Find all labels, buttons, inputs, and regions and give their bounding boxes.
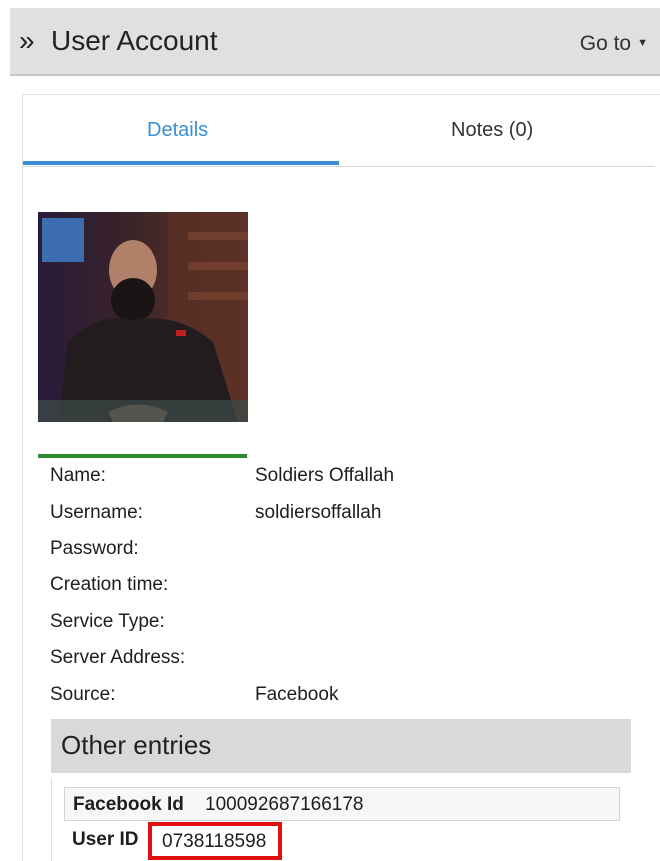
active-tab-indicator — [23, 161, 339, 165]
field-label: Server Address: — [50, 647, 186, 668]
tab-notes[interactable]: Notes (0) — [451, 117, 533, 143]
profile-photo — [38, 212, 248, 422]
user-id-label: User ID — [72, 829, 139, 850]
other-entries-title: Other entries — [61, 730, 212, 760]
field-label: Source: — [50, 684, 116, 705]
facebook-id-label: Facebook Id — [73, 794, 184, 815]
field-value: Soldiers Offallah — [255, 465, 395, 486]
field-label: Service Type: — [50, 611, 165, 632]
goto-label: Go to — [579, 32, 632, 55]
goto-dropdown[interactable]: Go to ▼ — [580, 30, 648, 57]
other-entries-header[interactable]: Other entries — [51, 719, 631, 773]
field-label: Creation time: — [50, 574, 169, 595]
field-label: Name: — [50, 465, 106, 486]
page-title: User Account — [51, 25, 218, 56]
facebook-id-entry: Facebook Id 100092687166178 — [64, 787, 620, 821]
field-label: Username: — [50, 502, 143, 523]
double-chevron-right-icon[interactable]: » — [19, 24, 35, 58]
other-entries-list: Facebook Id 100092687166178 User ID 0738… — [51, 778, 631, 861]
photo-underline — [38, 454, 247, 458]
field-value: soldiersoffallah — [255, 502, 382, 523]
caret-down-icon: ▼ — [637, 37, 648, 49]
facebook-id-value: 100092687166178 — [205, 794, 364, 815]
user-id-value: 0738118598 — [162, 831, 267, 852]
field-value: Facebook — [255, 684, 339, 705]
profile-photo-image — [38, 212, 248, 422]
page-header: » User Account Go to ▼ — [10, 8, 660, 76]
tab-details[interactable]: Details — [147, 117, 208, 143]
tab-bar: Details Notes (0) — [23, 95, 655, 167]
user-id-highlight-box: 0738118598 — [148, 822, 282, 860]
field-label: Password: — [50, 538, 139, 559]
